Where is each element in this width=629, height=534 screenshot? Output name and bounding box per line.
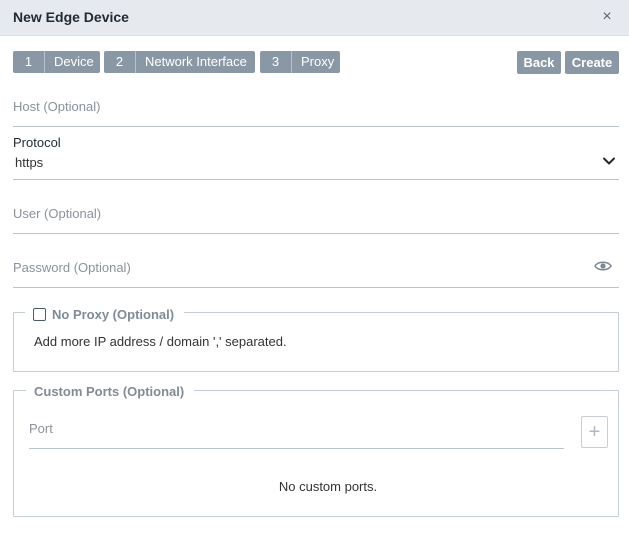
dialog-title: New Edge Device (13, 9, 129, 25)
step-label: Network Interface (145, 54, 247, 69)
no-proxy-legend: No Proxy (Optional) (25, 305, 185, 323)
port-input[interactable]: Port (29, 421, 53, 436)
custom-ports-legend: Custom Ports (Optional) (26, 382, 195, 400)
dialog-header: New Edge Device × (0, 0, 629, 36)
no-custom-ports-message: No custom ports. (278, 479, 378, 494)
eye-icon[interactable] (594, 259, 612, 273)
custom-ports-fieldset (13, 390, 619, 517)
port-underline (29, 448, 564, 449)
user-input[interactable]: User (Optional) (13, 206, 101, 221)
step-label: Device (54, 54, 94, 69)
step-number: 2 (104, 51, 136, 73)
back-button[interactable]: Back (517, 51, 561, 74)
step-number: 1 (13, 51, 45, 73)
step-label: Proxy (301, 54, 335, 69)
host-input[interactable]: Host (Optional) (13, 99, 100, 114)
custom-ports-label: Custom Ports (Optional) (34, 383, 185, 399)
no-proxy-input[interactable]: Add more IP address / domain ',' separat… (34, 334, 287, 349)
no-proxy-label: No Proxy (Optional) (52, 306, 175, 322)
step-device[interactable]: 1 Device (13, 51, 100, 73)
add-port-button[interactable]: + (581, 416, 608, 448)
close-icon[interactable]: × (597, 6, 617, 28)
step-number: 3 (260, 51, 292, 73)
step-proxy[interactable]: 3 Proxy (260, 51, 340, 73)
password-underline (13, 287, 619, 288)
protocol-underline (13, 179, 619, 180)
password-input[interactable]: Password (Optional) (13, 260, 131, 275)
host-underline (13, 126, 619, 127)
create-button[interactable]: Create (565, 51, 619, 74)
step-network-interface[interactable]: 2 Network Interface (104, 51, 255, 73)
plus-icon: + (588, 421, 601, 443)
user-underline (13, 233, 619, 234)
protocol-select[interactable]: https (15, 155, 43, 170)
chevron-down-icon[interactable] (601, 153, 617, 169)
protocol-label: Protocol (13, 135, 61, 150)
no-proxy-checkbox[interactable] (33, 307, 46, 321)
